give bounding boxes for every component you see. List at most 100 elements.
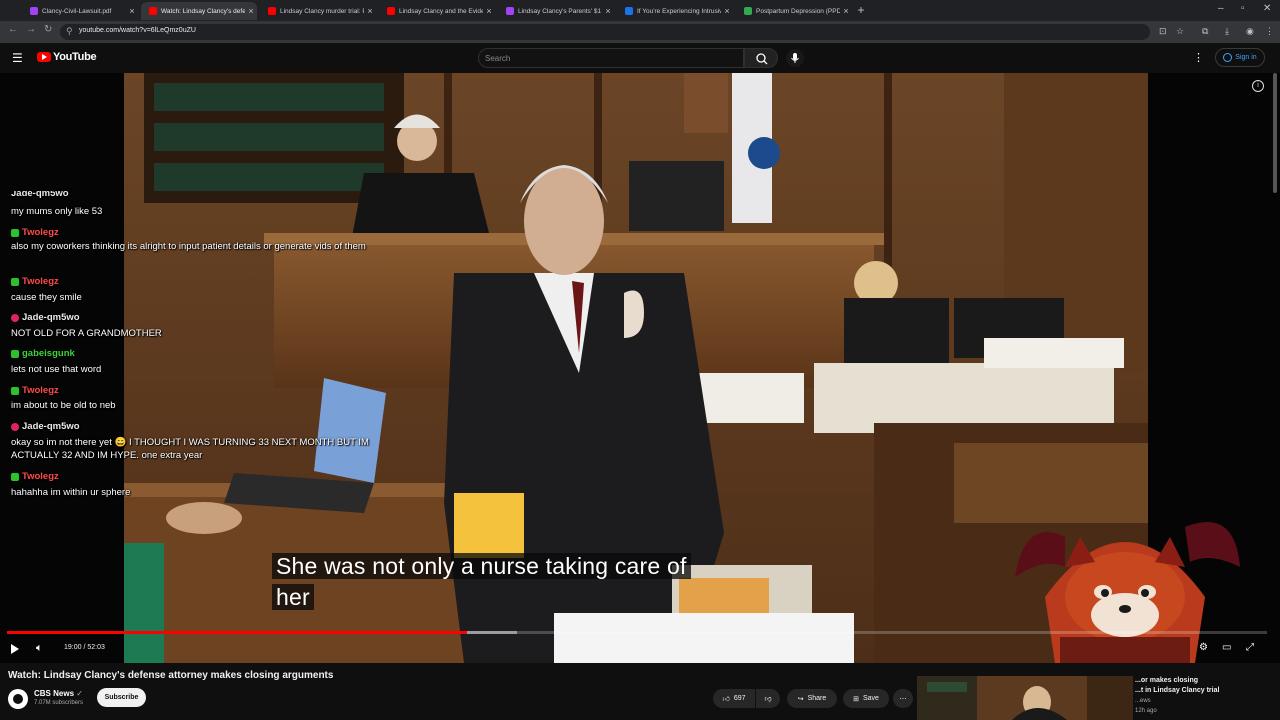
sign-in-button[interactable]: Sign in [1215, 48, 1265, 67]
red-panda-streamer-avatar [1015, 522, 1240, 663]
chat-message-text: my mums only like 53 [11, 206, 103, 217]
subscriber-count: 7.07M subscribers [34, 700, 84, 706]
close-window-icon[interactable]: ✕ [1263, 3, 1271, 14]
bookmark-star-icon[interactable]: ☆ [1176, 26, 1184, 37]
tab-favicon-icon [149, 7, 157, 15]
tab-favicon-icon [625, 7, 633, 15]
browser-tab[interactable]: Clancy-Civil-Lawsuit.pdf × [22, 2, 138, 20]
restore-icon[interactable]: ▫ [1241, 3, 1245, 14]
tab-title: Lindsay Clancy murder trial: Pro [280, 7, 364, 15]
chat-message-text: im about to be old to neb [11, 400, 116, 411]
forward-icon[interactable]: → [26, 24, 36, 35]
browser-tab[interactable]: Lindsay Clancy murder trial: Pro × [260, 2, 376, 20]
settings-gear-icon[interactable]: ⚙ [1199, 642, 1208, 653]
profile-icon[interactable]: ◉ [1246, 26, 1254, 37]
search-button[interactable] [744, 48, 778, 68]
browser-tab[interactable]: Lindsay Clancy's Parents' $1 Mi × [498, 2, 614, 20]
chat-username[interactable]: Twolegz [11, 226, 59, 239]
chat-message-text: hahahha im within ur sphere [11, 487, 131, 497]
settings-menu-icon[interactable]: ⋮ [1193, 51, 1204, 64]
browser-tab-bar: Clancy-Civil-Lawsuit.pdf × Watch: Lindsay … [0, 0, 1280, 21]
downloads-icon[interactable]: ⤓ [1225, 26, 1229, 37]
subscribe-button[interactable]: Subscribe [97, 688, 146, 707]
share-button[interactable]: ↪ Share [787, 689, 837, 708]
share-icon: ↪ [797, 695, 804, 703]
like-count: 697 [733, 695, 746, 702]
tab-close-icon[interactable]: × [840, 6, 852, 16]
related-channel: ...ews [1135, 698, 1151, 704]
chat-username[interactable]: gabeisgunk [11, 347, 75, 360]
progress-bar[interactable] [7, 631, 1267, 634]
player-controls: 🔈︎ 19:00 / 52:03 ⚙ ▭ ⤢ [0, 640, 1280, 660]
new-tab-button[interactable]: + [855, 3, 867, 17]
chat-badge-icon [11, 349, 19, 358]
play-icon[interactable] [11, 644, 19, 654]
tab-close-icon[interactable]: × [602, 6, 614, 16]
theater-mode-icon[interactable]: ▭ [1222, 642, 1231, 653]
more-actions-button[interactable]: ⋯ [893, 689, 913, 708]
fullscreen-icon[interactable]: ⤢ [1246, 642, 1254, 653]
chat-username[interactable]: Twolegz [11, 275, 59, 288]
address-bar[interactable]: ⚲ youtube.com/watch?v=6lLeQmz0uZU [60, 24, 1150, 40]
url-text: youtube.com/watch?v=6lLeQmz0uZU [79, 27, 196, 34]
menu-icon[interactable]: ☰ [12, 51, 23, 65]
tab-title: If You're Experiencing Intrusive [637, 7, 721, 15]
like-button[interactable]: 👍︎ 697 [713, 689, 755, 708]
browser-tab[interactable]: Watch: Lindsay Clancy's defense× [141, 2, 257, 20]
tab-close-icon[interactable]: × [364, 6, 376, 16]
chat-username[interactable]: Jade-qm5wo [11, 191, 69, 200]
tab-close-icon[interactable]: × [483, 6, 495, 16]
browser-tab[interactable]: Postpartum Depression (PPD) × [736, 2, 852, 20]
video-title: Watch: Lindsay Clancy's defense attorney… [8, 670, 334, 681]
save-icon: ⊞ [853, 695, 859, 703]
tab-close-icon[interactable]: × [245, 6, 257, 16]
page-scrollbar[interactable] [1273, 73, 1277, 193]
back-icon[interactable]: ← [8, 24, 18, 35]
related-thumbnail-image [917, 676, 1133, 720]
site-info-icon[interactable]: ⚲ [66, 26, 73, 37]
volume-icon[interactable]: 🔈︎ [36, 642, 43, 655]
youtube-logo-text[interactable]: YouTube [53, 51, 97, 63]
minimize-icon[interactable]: – [1218, 3, 1224, 14]
extensions-icon[interactable]: ⧉ [1202, 26, 1208, 37]
tab-favicon-icon [506, 7, 514, 15]
sign-in-label: Sign in [1235, 54, 1257, 61]
chat-badge-icon [11, 313, 19, 322]
reload-icon[interactable]: ↻ [44, 24, 52, 35]
save-button[interactable]: ⊞ Save [843, 689, 889, 708]
channel-avatar[interactable] [8, 689, 28, 709]
browser-tab[interactable]: If You're Experiencing Intrusive × [617, 2, 733, 20]
chat-username[interactable]: Twolegz [11, 384, 59, 397]
related-video-info[interactable]: ...or makes closing ...t in Lindsay Clan… [1135, 676, 1265, 716]
chat-message-text: lets not use that word [11, 364, 102, 375]
live-chat-overlay: Jade-qm5wo my mums only like 53 Twolegz als… [0, 191, 400, 497]
related-video-thumbnail[interactable] [917, 676, 1133, 720]
tab-title: Watch: Lindsay Clancy's defense [161, 7, 245, 15]
video-player[interactable]: i Jade-qm5wo my mums only like 53 Twolegz a… [0, 73, 1280, 663]
info-icon[interactable]: i [1252, 80, 1264, 92]
browser-tab[interactable]: Lindsay Clancy and the Eviden × [379, 2, 495, 20]
tab-favicon-icon [387, 7, 395, 15]
chat-badge-icon [11, 277, 19, 286]
tab-close-icon[interactable]: × [721, 6, 733, 16]
channel-name[interactable]: CBS News ✓ [34, 689, 83, 698]
tab-title: Lindsay Clancy's Parents' $1 Mi [518, 7, 602, 15]
install-icon[interactable]: ⊡ [1159, 26, 1167, 37]
youtube-header: ☰ YouTube ⋮ Sign in [0, 43, 1280, 73]
dislike-button[interactable]: 👎︎ [756, 689, 780, 708]
tab-close-icon[interactable]: × [126, 6, 138, 16]
address-bar-row: ← → ↻ ⚲ youtube.com/watch?v=6lLeQmz0uZU … [0, 21, 1280, 43]
tab-title: Clancy-Civil-Lawsuit.pdf [42, 7, 112, 15]
search-box [478, 48, 744, 68]
time-display: 19:00 / 52:03 [64, 644, 105, 651]
tab-favicon-icon [268, 7, 276, 15]
search-input[interactable] [485, 54, 725, 63]
tab-favicon-icon [744, 7, 752, 15]
voice-search-button[interactable] [786, 49, 804, 67]
chat-username[interactable]: Twolegz [11, 470, 59, 483]
youtube-logo-icon[interactable] [37, 52, 51, 62]
chat-username[interactable]: Jade-qm5wo [11, 420, 80, 433]
chat-username[interactable]: Jade-qm5wo [11, 311, 80, 324]
chat-message-text: cause they smile [11, 292, 82, 303]
browser-menu-icon[interactable]: ⋮ [1265, 26, 1274, 37]
